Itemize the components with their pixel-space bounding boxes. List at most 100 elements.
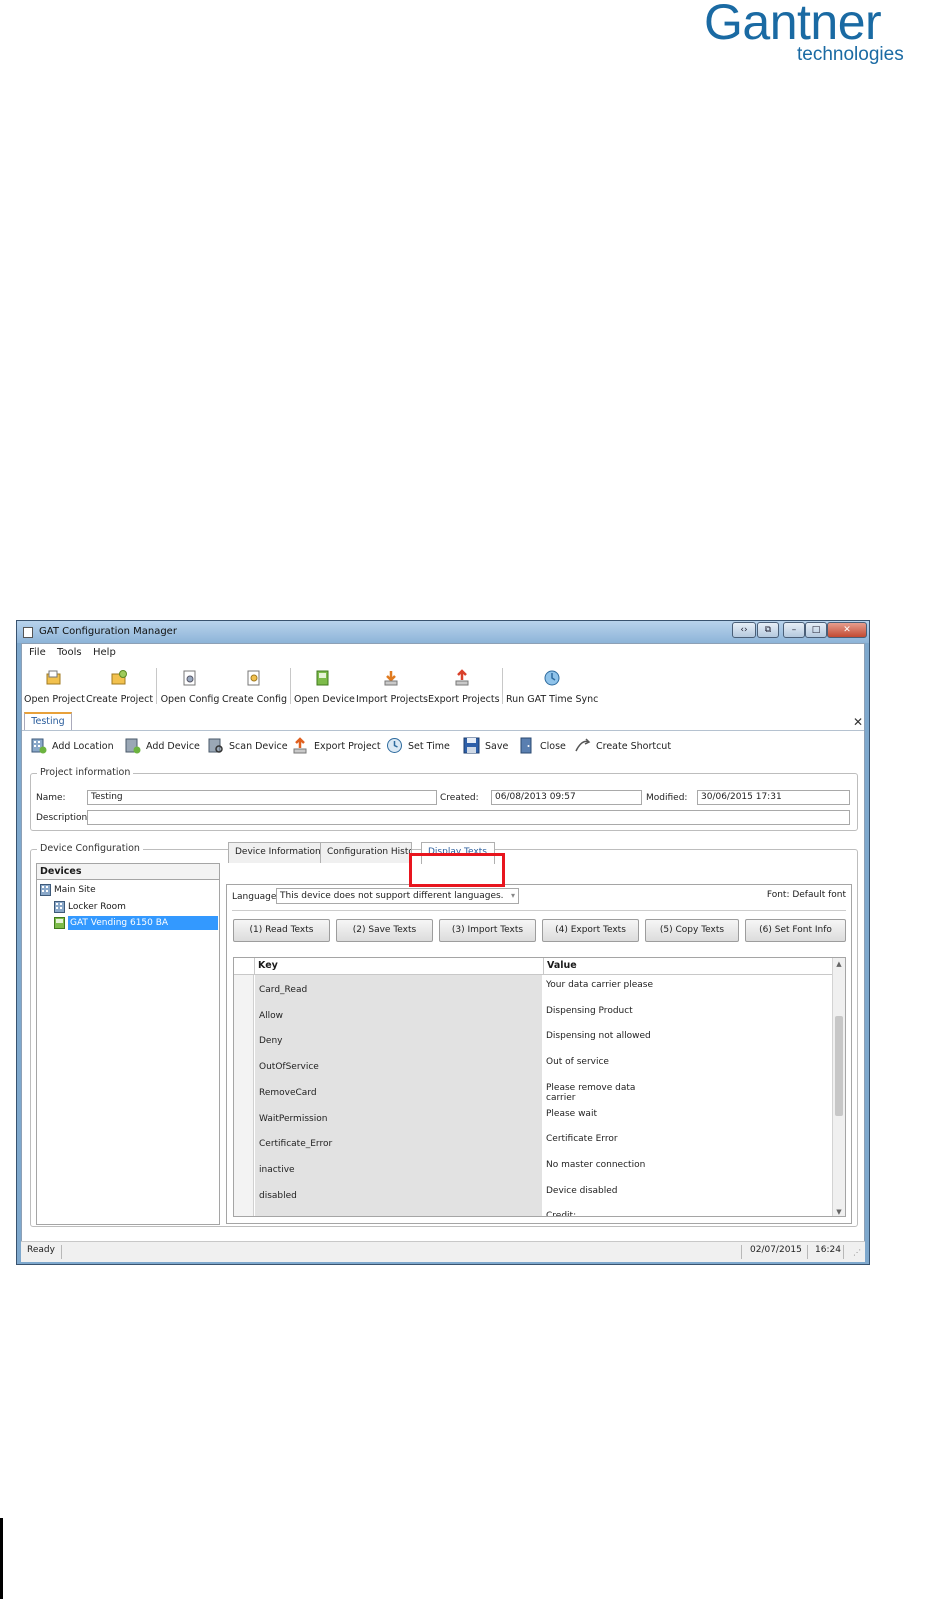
created-field[interactable]: 06/08/2013 09:57: [491, 790, 642, 805]
dock-icon[interactable]: ‹›: [732, 622, 756, 638]
save-texts-button[interactable]: (2) Save Texts: [336, 919, 433, 942]
row-key: Allow: [259, 1010, 284, 1021]
devices-header: Devices: [37, 864, 219, 880]
row-value[interactable]: Certificate Error: [546, 1134, 666, 1145]
table-row[interactable]: Allow Dispensing Product: [255, 1004, 834, 1030]
logo-subtitle: technologies: [797, 44, 904, 65]
table-row[interactable]: OutOfService Out of service: [255, 1055, 834, 1081]
set-time-label: Set Time: [408, 741, 450, 752]
table-row[interactable]: Deny Dispensing not allowed: [255, 1029, 834, 1055]
project-toolbar: Add Location Add Device Scan Device Expo…: [22, 734, 864, 758]
status-bar: Ready 02/07/2015 16:24 ⋰: [21, 1241, 865, 1262]
scroll-thumb[interactable]: [835, 1016, 843, 1116]
table-row[interactable]: RemoveCard Please remove data carrier: [255, 1081, 834, 1107]
row-value[interactable]: Dispensing not allowed: [546, 1031, 666, 1042]
add-location-button[interactable]: Add Location: [30, 737, 118, 755]
language-select[interactable]: This device does not support different l…: [276, 888, 519, 904]
description-field[interactable]: [87, 810, 850, 825]
status-separator: [741, 1245, 742, 1259]
tab-configuration-history[interactable]: Configuration History: [320, 842, 412, 863]
close-tab-icon[interactable]: ✕: [853, 715, 863, 729]
row-key: Certificate_Error: [259, 1139, 333, 1150]
logo-wordmark: Gantner: [704, 0, 882, 50]
export-projects-icon: [455, 669, 469, 686]
tab-device-information[interactable]: Device Information: [228, 842, 321, 863]
row-value[interactable]: Your data carrier please: [546, 980, 666, 991]
close-window-button[interactable]: ✕: [827, 622, 867, 638]
shortcut-icon: [575, 738, 591, 752]
save-icon: [463, 737, 480, 754]
open-config-button[interactable]: Open Config: [160, 666, 220, 706]
menu-file[interactable]: File: [29, 647, 46, 658]
scroll-up-icon[interactable]: ▲: [833, 960, 845, 968]
row-value[interactable]: Credit:: [546, 1211, 666, 1216]
title-bar[interactable]: GAT Configuration Manager ‹› ⧉ – □ ✕: [17, 621, 869, 643]
row-key: Card_Read: [259, 985, 308, 995]
set-time-button[interactable]: Set Time: [386, 737, 452, 755]
row-value[interactable]: Out of service: [546, 1057, 666, 1068]
column-value[interactable]: Value: [543, 958, 834, 975]
row-key: RemoveCard: [259, 1087, 317, 1098]
menu-help[interactable]: Help: [93, 647, 116, 658]
import-texts-button[interactable]: (3) Import Texts: [439, 919, 536, 942]
modified-label: Modified:: [646, 793, 688, 803]
row-value[interactable]: Please wait: [546, 1109, 666, 1120]
open-device-button[interactable]: Open Device: [294, 666, 355, 706]
status-separator: [61, 1245, 62, 1259]
resize-grip-icon[interactable]: ⋰: [853, 1248, 861, 1257]
maximize-button[interactable]: □: [805, 622, 827, 638]
set-font-info-button[interactable]: (6) Set Font Info: [745, 919, 846, 942]
create-project-icon: [111, 670, 127, 685]
export-texts-button[interactable]: (4) Export Texts: [542, 919, 639, 942]
vertical-scrollbar[interactable]: ▲ ▼: [832, 958, 845, 1216]
name-label: Name:: [36, 793, 66, 803]
modified-field[interactable]: 30/06/2015 17:31: [697, 790, 850, 805]
column-key[interactable]: Key: [254, 958, 543, 975]
tab-testing[interactable]: Testing: [24, 712, 72, 730]
table-row[interactable]: Certificate_Error Certificate Error: [255, 1132, 834, 1158]
create-project-button[interactable]: Create Project: [86, 666, 153, 706]
toolbar-separator: [502, 668, 503, 704]
restore-layout-icon[interactable]: ⧉: [757, 622, 779, 638]
table-row[interactable]: disabled Device disabled: [255, 1184, 834, 1210]
minimize-button[interactable]: –: [783, 622, 805, 638]
description-label: Description:: [36, 813, 91, 823]
menu-tools[interactable]: Tools: [57, 647, 82, 658]
close-project-button[interactable]: Close: [518, 737, 568, 755]
scan-device-button[interactable]: Scan Device: [207, 737, 288, 755]
row-key: inactive: [259, 1164, 295, 1175]
add-device-button[interactable]: Add Device: [124, 737, 202, 755]
table-row[interactable]: WaitPermission Please wait: [255, 1107, 834, 1133]
project-information-legend: Project information: [37, 767, 134, 778]
import-projects-button[interactable]: Import Projects: [356, 666, 428, 706]
create-config-button[interactable]: Create Config: [222, 666, 287, 706]
row-value[interactable]: No master connection: [546, 1160, 666, 1171]
create-shortcut-button[interactable]: Create Shortcut: [574, 737, 672, 755]
row-key: Deny: [259, 1036, 283, 1047]
row-value[interactable]: Device disabled: [546, 1186, 666, 1197]
main-toolbar: Open Project Create Project Open Config …: [22, 664, 864, 708]
table-row[interactable]: inactive No master connection: [255, 1158, 834, 1184]
device-configuration-legend: Device Configuration: [37, 843, 143, 854]
row-value[interactable]: Dispensing Product: [546, 1006, 666, 1017]
table-row[interactable]: Card_Read Your data carrier please: [255, 978, 834, 1004]
export-project-button[interactable]: Export Project: [292, 737, 381, 755]
name-field[interactable]: Testing: [87, 790, 437, 805]
language-select-value: This device does not support different l…: [280, 891, 504, 901]
row-value[interactable]: Please remove data carrier: [546, 1083, 666, 1104]
copy-texts-button[interactable]: (5) Copy Texts: [645, 919, 739, 942]
status-separator: [807, 1245, 808, 1259]
open-project-button[interactable]: Open Project: [24, 666, 85, 706]
status-separator: [843, 1245, 844, 1259]
scroll-down-icon[interactable]: ▼: [833, 1208, 845, 1216]
read-texts-button[interactable]: (1) Read Texts: [233, 919, 330, 942]
run-time-sync-button[interactable]: Run GAT Time Sync: [506, 666, 598, 706]
device-icon: [54, 917, 65, 929]
save-button[interactable]: Save: [463, 737, 509, 755]
row-key: disabled: [259, 1190, 297, 1201]
table-row[interactable]: Credit:: [255, 1209, 834, 1216]
tree-item-gat-vending[interactable]: GAT Vending 6150 BA: [54, 916, 220, 931]
export-projects-button[interactable]: Export Projects: [428, 666, 500, 706]
close-project-label: Close: [540, 741, 566, 752]
gantner-logo: Gantner technologies: [700, 0, 935, 70]
